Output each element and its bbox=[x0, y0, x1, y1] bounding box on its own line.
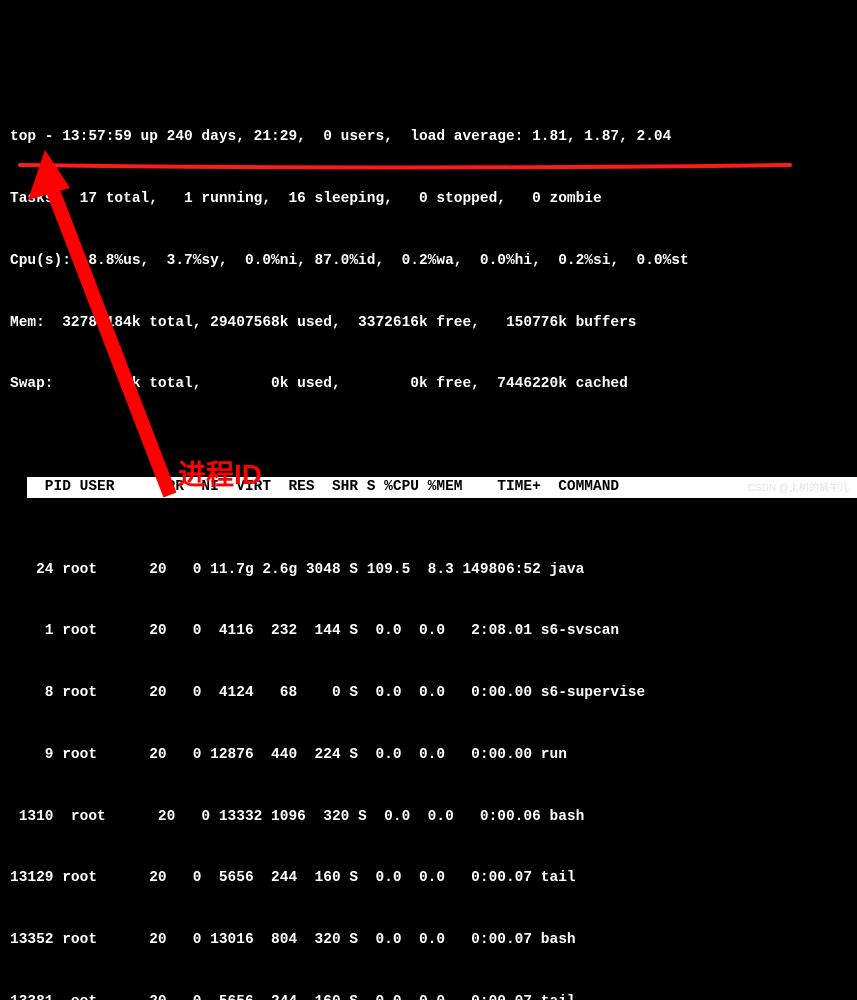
summary-line-tasks: Tasks: 17 total, 1 running, 16 sleeping,… bbox=[10, 189, 847, 210]
table-row: 1 root 20 0 4116 232 144 S 0.0 0.0 2:08.… bbox=[10, 621, 847, 642]
column-headers: PID USER PR NI VIRT RES SHR S %CPU %MEM … bbox=[27, 477, 857, 498]
table-row: 8 root 20 0 4124 68 0 S 0.0 0.0 0:00.00 … bbox=[10, 683, 847, 704]
table-row: 24 root 20 0 11.7g 2.6g 3048 S 109.5 8.3… bbox=[10, 560, 847, 581]
process-list: 24 root 20 0 11.7g 2.6g 3048 S 109.5 8.3… bbox=[10, 519, 847, 1000]
summary-line-swap: Swap: 0k total, 0k used, 0k free, 744622… bbox=[10, 374, 847, 395]
table-row: 13381 oot 20 0 5656 244 160 S 0.0 0.0 0:… bbox=[10, 992, 847, 1000]
blank-line bbox=[10, 436, 847, 457]
watermark: CSDN @上树的蜗牛儿 bbox=[748, 482, 849, 496]
table-row: 13352 root 20 0 13016 804 320 S 0.0 0.0 … bbox=[10, 930, 847, 951]
summary-line-uptime: top - 13:57:59 up 240 days, 21:29, 0 use… bbox=[10, 127, 847, 148]
summary-line-cpu: Cpu(s): 8.8%us, 3.7%sy, 0.0%ni, 87.0%id,… bbox=[10, 251, 847, 272]
summary-line-mem: Mem: 32780184k total, 29407568k used, 33… bbox=[10, 313, 847, 334]
table-row: 9 root 20 0 12876 440 224 S 0.0 0.0 0:00… bbox=[10, 745, 847, 766]
table-row: 1310 root 20 0 13332 1096 320 S 0.0 0.0 … bbox=[10, 807, 847, 828]
table-row: 13129 root 20 0 5656 244 160 S 0.0 0.0 0… bbox=[10, 868, 847, 889]
top-output: top - 13:57:59 up 240 days, 21:29, 0 use… bbox=[0, 82, 857, 1000]
